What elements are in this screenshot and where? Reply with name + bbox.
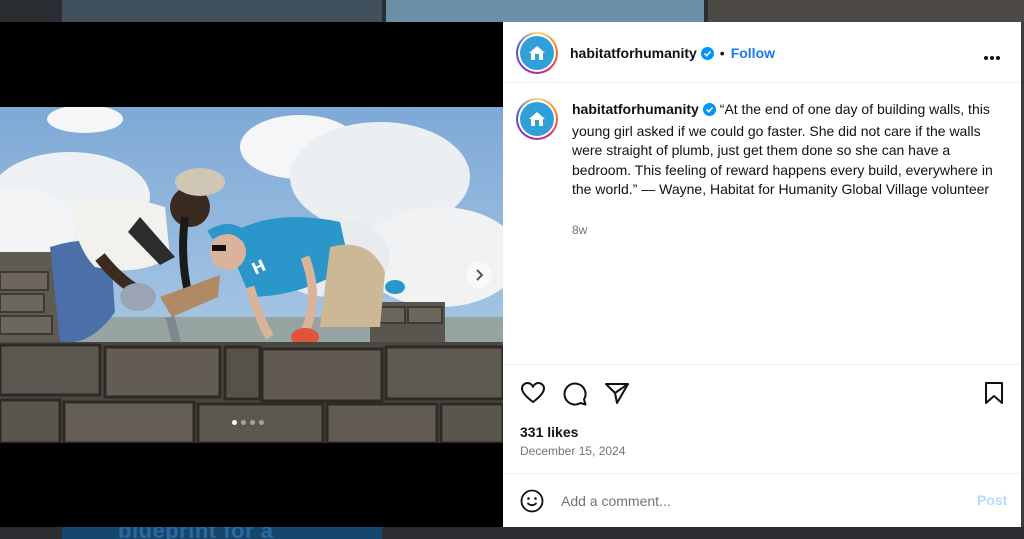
emoji-icon xyxy=(520,489,544,513)
post-author-username[interactable]: habitatforhumanity xyxy=(570,45,697,61)
post-comment-button[interactable]: Post xyxy=(977,492,1007,508)
verified-badge-icon xyxy=(702,102,716,122)
post-photo: H xyxy=(0,107,503,443)
post-age[interactable]: 8w xyxy=(572,223,587,237)
share-icon xyxy=(605,383,629,404)
carousel-dot xyxy=(250,420,255,425)
more-options-icon xyxy=(984,56,1000,60)
background-card-text: blueprint for a xyxy=(118,527,273,539)
background-thumbnail xyxy=(62,0,382,22)
chevron-right-icon xyxy=(476,269,484,281)
comments-area: habitatforhumanity “At the end of one day… xyxy=(503,84,1021,364)
bookmark-icon xyxy=(985,382,1003,404)
habitat-logo-icon xyxy=(529,46,545,60)
carousel-next-button[interactable] xyxy=(466,262,492,288)
comment-icon xyxy=(563,382,587,406)
post-details-panel: habitatforhumanity • Follow habitatforhuma… xyxy=(503,22,1021,527)
background-thumbnail xyxy=(708,0,1024,22)
share-button[interactable] xyxy=(604,381,630,410)
comment-button[interactable] xyxy=(562,381,588,412)
verified-badge-icon xyxy=(700,47,714,65)
post-header: habitatforhumanity • Follow xyxy=(503,22,1021,83)
comment-input[interactable] xyxy=(561,489,961,513)
header-user-line: habitatforhumanity • Follow xyxy=(570,45,775,65)
carousel-dot xyxy=(259,420,264,425)
post-media: H xyxy=(0,22,503,527)
background-thumbnail xyxy=(386,0,704,22)
background-page-bottom: blueprint for a xyxy=(0,527,1024,539)
follow-button[interactable]: Follow xyxy=(731,45,775,61)
action-bar xyxy=(503,364,1021,424)
caption-avatar[interactable] xyxy=(516,98,558,140)
carousel-dot xyxy=(241,420,246,425)
carousel-indicator xyxy=(232,420,264,425)
caption-author-username[interactable]: habitatforhumanity xyxy=(572,101,699,117)
header-separator: • xyxy=(719,45,725,61)
save-button[interactable] xyxy=(983,381,1005,410)
post-date[interactable]: December 15, 2024 xyxy=(520,444,625,458)
likes-count[interactable]: 331 likes xyxy=(520,424,578,440)
profile-avatar[interactable] xyxy=(516,32,558,74)
carousel-dot-active xyxy=(232,420,237,425)
background-page-top xyxy=(0,0,1024,22)
habitat-logo-icon xyxy=(529,112,545,126)
heart-icon xyxy=(520,381,546,404)
emoji-button[interactable] xyxy=(520,489,544,518)
post-caption: habitatforhumanity “At the end of one day… xyxy=(572,100,1002,200)
add-comment-bar: Post xyxy=(503,473,1021,527)
like-button[interactable] xyxy=(520,381,546,410)
more-options-button[interactable] xyxy=(983,48,1001,66)
